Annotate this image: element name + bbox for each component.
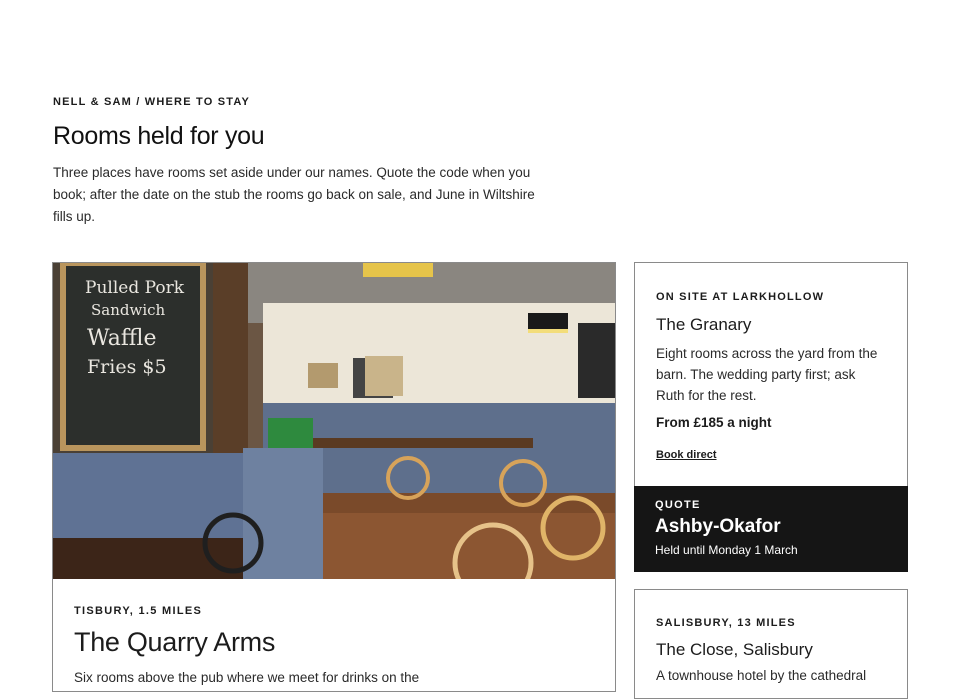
pub-interior-photo: Pulled Pork Sandwich Waffle Fries $5	[53, 263, 615, 579]
venue-price: From £185 a night	[656, 415, 772, 430]
venue-description: Eight rooms across the yard from the bar…	[656, 346, 878, 403]
page-header: NELL & SAM / WHERE TO STAY Rooms held fo…	[53, 96, 553, 228]
venue-name: The Quarry Arms	[74, 627, 276, 657]
chalkboard-line-4: Fries $5	[87, 356, 167, 378]
venue-location: SALISBURY, 13 MILES	[656, 617, 796, 629]
venue-name: The Granary	[656, 315, 752, 334]
chalkboard-line-1: Pulled Pork	[85, 278, 185, 298]
chalkboard-line-3: Waffle	[87, 326, 157, 351]
intro-text: Three places have rooms set aside under …	[53, 165, 535, 224]
chalkboard-line-2: Sandwich	[91, 301, 166, 319]
venue-card-granary: ON SITE AT LARKHOLLOW The Granary Eight …	[634, 262, 908, 572]
quote-code: Ashby-Okafor	[655, 516, 781, 537]
book-direct-link[interactable]: Book direct	[656, 449, 717, 461]
quote-held-until: Held until Monday 1 March	[655, 543, 798, 557]
quote-code-panel: QUOTE Ashby-Okafor Held until Monday 1 M…	[634, 486, 908, 572]
breadcrumb: NELL & SAM / WHERE TO STAY	[53, 96, 251, 108]
page-title: Rooms held for you	[53, 122, 265, 150]
venue-location: TISBURY, 1.5 MILES	[74, 605, 203, 617]
venue-card-the-close: SALISBURY, 13 MILES The Close, Salisbury…	[634, 589, 908, 699]
venue-description: Six rooms above the pub where we meet fo…	[74, 670, 420, 685]
quote-label: QUOTE	[655, 499, 701, 511]
venue-name: The Close, Salisbury	[656, 640, 813, 659]
venue-location: ON SITE AT LARKHOLLOW	[656, 291, 825, 303]
venue-card-quarry-arms[interactable]: Pulled Pork Sandwich Waffle Fries $5 TIS…	[52, 262, 616, 692]
pub-interior-illustration: Pulled Pork Sandwich Waffle Fries $5	[53, 263, 615, 579]
venue-card-body: TISBURY, 1.5 MILES The Quarry Arms Six r…	[74, 605, 419, 685]
venue-description: A townhouse hotel by the cathedral	[656, 668, 867, 683]
